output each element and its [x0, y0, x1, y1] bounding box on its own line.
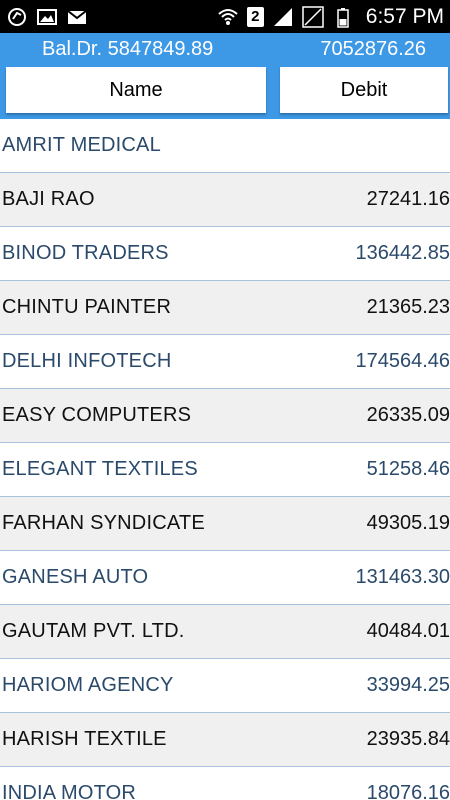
- party-name: BAJI RAO: [2, 188, 95, 210]
- status-bar: 2 6:57 PM: [0, 0, 450, 33]
- debit-amount: 18076.16: [366, 782, 450, 800]
- party-name: GAUTAM PVT. LTD.: [2, 620, 185, 642]
- party-name: GANESH AUTO: [2, 566, 149, 588]
- list-item[interactable]: EASY COMPUTERS 26335.09: [0, 389, 450, 443]
- debit-amount: 174564.46: [355, 350, 450, 372]
- party-name: EASY COMPUTERS: [2, 404, 192, 426]
- list-item[interactable]: FARHAN SYNDICATE 49305.19: [0, 497, 450, 551]
- list-item[interactable]: CHINTU PAINTER 21365.23: [0, 281, 450, 335]
- list-item[interactable]: HARISH TEXTILE 23935.84: [0, 713, 450, 767]
- party-name: FARHAN SYNDICATE: [2, 512, 205, 534]
- party-name: ELEGANT TEXTILES: [2, 458, 198, 480]
- status-right-icons: 2 6:57 PM: [217, 5, 444, 29]
- debit-amount: 26335.09: [366, 404, 450, 426]
- sync-icon: [6, 6, 28, 28]
- list-item[interactable]: HARIOM AGENCY 33994.25: [0, 659, 450, 713]
- clock: 6:57 PM: [365, 4, 444, 28]
- image-icon: [36, 6, 58, 28]
- party-name: DELHI INFOTECH: [2, 350, 172, 372]
- debit-amount: 23935.84: [366, 728, 450, 750]
- debit-amount: 21365.23: [366, 296, 450, 318]
- list-item[interactable]: BAJI RAO 27241.16: [0, 173, 450, 227]
- sort-button-row: Name Debit: [0, 67, 450, 113]
- total-value: 7052876.26: [320, 37, 426, 60]
- debit-sort-button[interactable]: Debit: [280, 67, 448, 113]
- balance-row: Bal.Dr. 5847849.89 7052876.26: [0, 35, 450, 63]
- party-name: HARISH TEXTILE: [2, 728, 167, 750]
- list-item[interactable]: INDIA MOTOR 18076.16: [0, 767, 450, 800]
- debit-amount: 27241.16: [366, 188, 450, 210]
- debit-amount: 136442.85: [355, 242, 450, 264]
- list-item[interactable]: GANESH AUTO 131463.30: [0, 551, 450, 605]
- list-item[interactable]: AMRIT MEDICAL: [0, 119, 450, 173]
- header: Bal.Dr. 5847849.89 7052876.26 Name Debit: [0, 33, 450, 119]
- debit-amount: 49305.19: [366, 512, 450, 534]
- signal-icon: [272, 6, 294, 28]
- list-item[interactable]: GAUTAM PVT. LTD. 40484.01: [0, 605, 450, 659]
- signal-empty-icon: [302, 5, 324, 28]
- debit-amount: 33994.25: [366, 674, 450, 696]
- battery-icon: [332, 6, 354, 28]
- gmail-icon: [66, 6, 88, 28]
- party-name: AMRIT MEDICAL: [2, 134, 161, 156]
- name-sort-button[interactable]: Name: [6, 67, 266, 113]
- wifi-icon: [217, 6, 239, 28]
- balance-label: Bal.Dr. 5847849.89: [42, 37, 214, 60]
- party-name: CHINTU PAINTER: [2, 296, 172, 318]
- party-name: BINOD TRADERS: [2, 242, 169, 264]
- list-item[interactable]: DELHI INFOTECH 174564.46: [0, 335, 450, 389]
- debit-amount: 131463.30: [355, 566, 450, 588]
- list-item[interactable]: ELEGANT TEXTILES 51258.46: [0, 443, 450, 497]
- ledger-list[interactable]: AMRIT MEDICAL BAJI RAO 27241.16 BINOD TR…: [0, 119, 450, 800]
- party-name: HARIOM AGENCY: [2, 674, 174, 696]
- debit-amount: 51258.46: [366, 458, 450, 480]
- status-left-icons: [6, 6, 88, 28]
- debit-amount: 40484.01: [366, 620, 450, 642]
- party-name: INDIA MOTOR: [2, 782, 137, 800]
- sim-badge: 2: [246, 6, 264, 27]
- list-item[interactable]: BINOD TRADERS 136442.85: [0, 227, 450, 281]
